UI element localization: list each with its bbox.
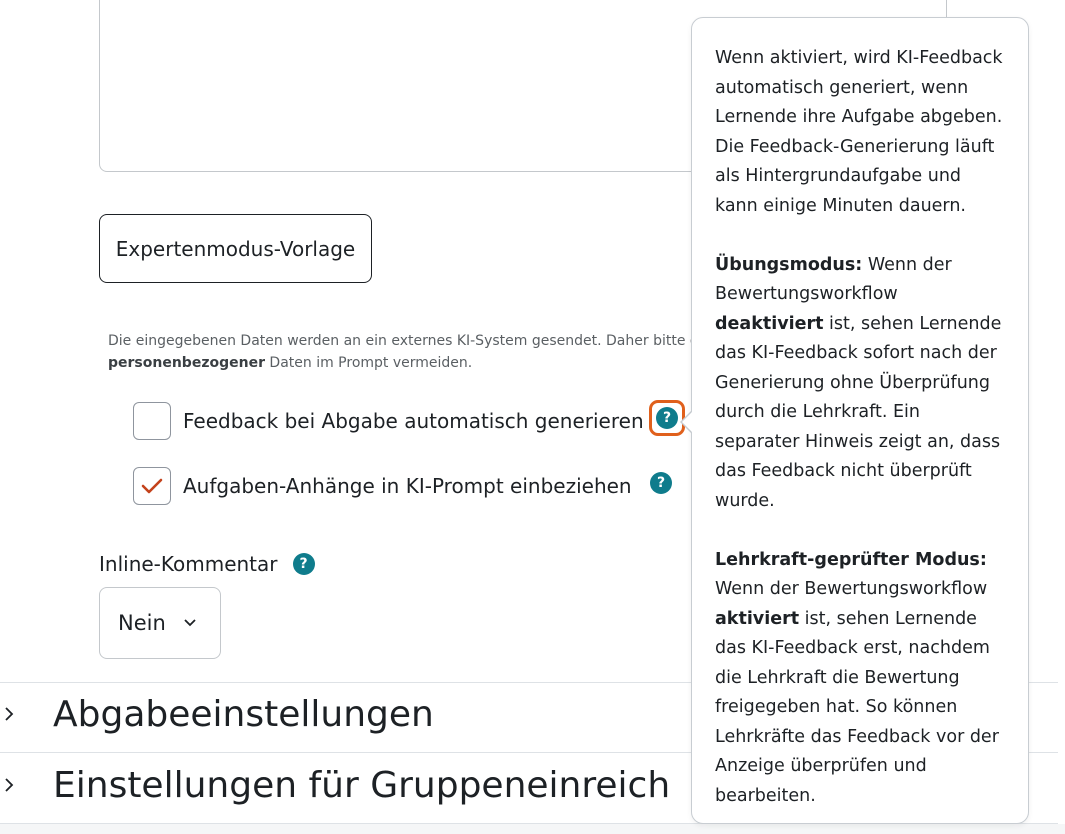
popover-arrow-inner — [682, 411, 693, 433]
chevron-right-icon — [4, 703, 18, 727]
popover-teacher-mode: Lehrkraft-geprüfter Modus: Wenn der Bewer… — [715, 549, 999, 806]
inline-comment-selected: Nein — [118, 611, 166, 635]
chevron-down-icon — [184, 615, 196, 631]
include-attachments-checkbox[interactable] — [133, 467, 171, 505]
section-title: Einstellungen für Gruppeneinreich — [53, 765, 671, 806]
auto-generate-row: Feedback bei Abgabe automatisch generier… — [133, 402, 644, 440]
include-attachments-label: Aufgaben-Anhänge in KI-Prompt einbeziehe… — [183, 474, 632, 498]
auto-generate-checkbox[interactable] — [133, 402, 171, 440]
popover-practice-mode: Übungsmodus: Wenn der Bewertungsworkflow… — [715, 254, 1002, 511]
auto-generate-label: Feedback bei Abgabe automatisch generier… — [183, 409, 644, 433]
expert-template-button[interactable]: Expertenmodus-Vorlage — [99, 214, 372, 283]
page-bottom-strip — [0, 824, 1065, 834]
section-title: Abgabeeinstellungen — [53, 694, 434, 735]
notice-line1: Die eingegebenen Daten werden an ein ext… — [108, 333, 703, 349]
help-popover: Wenn aktiviert, wird KI-Feedback automat… — [691, 17, 1029, 824]
section-submission-settings[interactable]: Abgabeeinstellungen — [0, 694, 434, 735]
include-attachments-row: Aufgaben-Anhänge in KI-Prompt einbeziehe… — [133, 467, 632, 505]
checkmark-icon — [141, 478, 163, 494]
include-attachments-help-icon[interactable]: ? — [650, 472, 672, 494]
help-icon: ? — [656, 407, 678, 429]
privacy-notice: Die eingegebenen Daten werden an ein ext… — [108, 330, 708, 374]
inline-comment-help-icon[interactable]: ? — [292, 553, 315, 575]
notice-bold: personenbezogener — [108, 355, 265, 371]
notice-line2: Daten im Prompt vermeiden. — [264, 355, 473, 371]
popover-intro: Wenn aktiviert, wird KI-Feedback automat… — [715, 48, 1003, 216]
inline-comment-select[interactable]: Nein — [99, 587, 221, 659]
chevron-right-icon — [4, 774, 18, 798]
inline-comment-label: Inline-Kommentar — [99, 552, 278, 576]
inline-comment-label-row: Inline-Kommentar ? — [99, 552, 315, 576]
section-group-submission-settings[interactable]: Einstellungen für Gruppeneinreich — [0, 765, 670, 806]
